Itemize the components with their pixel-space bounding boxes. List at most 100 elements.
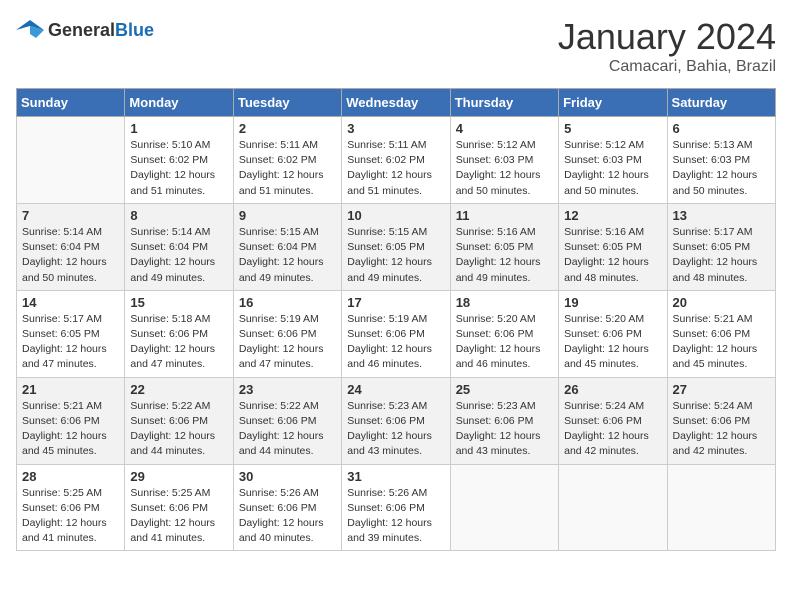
calendar-day-cell: 18 Sunrise: 5:20 AM Sunset: 6:06 PM Dayli…: [450, 290, 558, 377]
calendar-day-cell: [17, 117, 125, 204]
day-number: 9: [239, 208, 336, 223]
day-info: Sunrise: 5:24 AM Sunset: 6:06 PM Dayligh…: [673, 399, 770, 460]
calendar-day-cell: 13 Sunrise: 5:17 AM Sunset: 6:05 PM Dayli…: [667, 203, 775, 290]
day-info: Sunrise: 5:15 AM Sunset: 6:04 PM Dayligh…: [239, 225, 336, 286]
day-number: 14: [22, 295, 119, 310]
day-info: Sunrise: 5:10 AM Sunset: 6:02 PM Dayligh…: [130, 138, 227, 199]
day-info: Sunrise: 5:26 AM Sunset: 6:06 PM Dayligh…: [347, 486, 444, 547]
calendar-day-cell: 30 Sunrise: 5:26 AM Sunset: 6:06 PM Dayli…: [233, 464, 341, 551]
day-info: Sunrise: 5:22 AM Sunset: 6:06 PM Dayligh…: [239, 399, 336, 460]
day-info: Sunrise: 5:22 AM Sunset: 6:06 PM Dayligh…: [130, 399, 227, 460]
calendar-day-cell: 6Sunrise: 5:13 AM Sunset: 6:03 PM Daylig…: [667, 117, 775, 204]
calendar-day-cell: 26Sunrise: 5:24 AM Sunset: 6:06 PM Dayli…: [559, 377, 667, 464]
calendar-week-row: 21 Sunrise: 5:21 AM Sunset: 6:06 PM Dayli…: [17, 377, 776, 464]
column-header-sunday: Sunday: [17, 89, 125, 117]
day-info: Sunrise: 5:16 AM Sunset: 6:05 PM Dayligh…: [456, 225, 553, 286]
day-info: Sunrise: 5:21 AM Sunset: 6:06 PM Dayligh…: [22, 399, 119, 460]
calendar-day-cell: 16 Sunrise: 5:19 AM Sunset: 6:06 PM Dayli…: [233, 290, 341, 377]
day-number: 18: [456, 295, 553, 310]
day-info: Sunrise: 5:16 AM Sunset: 6:05 PM Dayligh…: [564, 225, 661, 286]
day-info: Sunrise: 5:17 AM Sunset: 6:05 PM Dayligh…: [22, 312, 119, 373]
day-info: Sunrise: 5:18 AM Sunset: 6:06 PM Dayligh…: [130, 312, 227, 373]
calendar-day-cell: 31 Sunrise: 5:26 AM Sunset: 6:06 PM Dayli…: [342, 464, 450, 551]
day-info: Sunrise: 5:19 AM Sunset: 6:06 PM Dayligh…: [239, 312, 336, 373]
calendar-day-cell: 20Sunrise: 5:21 AM Sunset: 6:06 PM Dayli…: [667, 290, 775, 377]
calendar-table: SundayMondayTuesdayWednesdayThursdayFrid…: [16, 88, 776, 551]
day-info: Sunrise: 5:11 AM Sunset: 6:02 PM Dayligh…: [239, 138, 336, 199]
day-number: 17: [347, 295, 444, 310]
day-info: Sunrise: 5:26 AM Sunset: 6:06 PM Dayligh…: [239, 486, 336, 547]
day-info: Sunrise: 5:19 AM Sunset: 6:06 PM Dayligh…: [347, 312, 444, 373]
day-number: 2: [239, 121, 336, 136]
day-number: 28: [22, 469, 119, 484]
calendar-day-cell: 22Sunrise: 5:22 AM Sunset: 6:06 PM Dayli…: [125, 377, 233, 464]
calendar-day-cell: 28 Sunrise: 5:25 AM Sunset: 6:06 PM Dayli…: [17, 464, 125, 551]
day-number: 6: [673, 121, 770, 136]
calendar-header-row: SundayMondayTuesdayWednesdayThursdayFrid…: [17, 89, 776, 117]
calendar-day-cell: 23 Sunrise: 5:22 AM Sunset: 6:06 PM Dayli…: [233, 377, 341, 464]
calendar-week-row: 28 Sunrise: 5:25 AM Sunset: 6:06 PM Dayli…: [17, 464, 776, 551]
day-number: 11: [456, 208, 553, 223]
location-title: Camacari, Bahia, Brazil: [558, 58, 776, 76]
day-number: 19: [564, 295, 661, 310]
day-number: 21: [22, 382, 119, 397]
column-header-tuesday: Tuesday: [233, 89, 341, 117]
day-number: 5: [564, 121, 661, 136]
calendar-day-cell: [559, 464, 667, 551]
page-header: GeneralBlue January 2024 Camacari, Bahia…: [16, 16, 776, 76]
calendar-day-cell: 17 Sunrise: 5:19 AM Sunset: 6:06 PM Dayli…: [342, 290, 450, 377]
day-number: 27: [673, 382, 770, 397]
day-info: Sunrise: 5:12 AM Sunset: 6:03 PM Dayligh…: [456, 138, 553, 199]
day-number: 31: [347, 469, 444, 484]
day-number: 30: [239, 469, 336, 484]
calendar-day-cell: 5 Sunrise: 5:12 AM Sunset: 6:03 PM Daylig…: [559, 117, 667, 204]
calendar-day-cell: 3 Sunrise: 5:11 AM Sunset: 6:02 PM Daylig…: [342, 117, 450, 204]
calendar-day-cell: 27 Sunrise: 5:24 AM Sunset: 6:06 PM Dayli…: [667, 377, 775, 464]
logo-blue: Blue: [115, 20, 154, 40]
day-number: 15: [130, 295, 227, 310]
column-header-saturday: Saturday: [667, 89, 775, 117]
day-number: 3: [347, 121, 444, 136]
day-info: Sunrise: 5:20 AM Sunset: 6:06 PM Dayligh…: [456, 312, 553, 373]
day-number: 4: [456, 121, 553, 136]
column-header-thursday: Thursday: [450, 89, 558, 117]
day-info: Sunrise: 5:25 AM Sunset: 6:06 PM Dayligh…: [130, 486, 227, 547]
calendar-day-cell: [450, 464, 558, 551]
logo-text: GeneralBlue: [48, 20, 154, 41]
day-info: Sunrise: 5:11 AM Sunset: 6:02 PM Dayligh…: [347, 138, 444, 199]
day-info: Sunrise: 5:12 AM Sunset: 6:03 PM Dayligh…: [564, 138, 661, 199]
logo-general: General: [48, 20, 115, 40]
calendar-day-cell: 10 Sunrise: 5:15 AM Sunset: 6:05 PM Dayli…: [342, 203, 450, 290]
day-number: 25: [456, 382, 553, 397]
day-info: Sunrise: 5:24 AM Sunset: 6:06 PM Dayligh…: [564, 399, 661, 460]
day-number: 10: [347, 208, 444, 223]
calendar-day-cell: 24Sunrise: 5:23 AM Sunset: 6:06 PM Dayli…: [342, 377, 450, 464]
calendar-day-cell: 12 Sunrise: 5:16 AM Sunset: 6:05 PM Dayli…: [559, 203, 667, 290]
day-number: 13: [673, 208, 770, 223]
calendar-week-row: 14 Sunrise: 5:17 AM Sunset: 6:05 PM Dayli…: [17, 290, 776, 377]
day-number: 1: [130, 121, 227, 136]
day-info: Sunrise: 5:15 AM Sunset: 6:05 PM Dayligh…: [347, 225, 444, 286]
column-header-wednesday: Wednesday: [342, 89, 450, 117]
calendar-day-cell: 8Sunrise: 5:14 AM Sunset: 6:04 PM Daylig…: [125, 203, 233, 290]
day-info: Sunrise: 5:21 AM Sunset: 6:06 PM Dayligh…: [673, 312, 770, 373]
calendar-day-cell: [667, 464, 775, 551]
day-info: Sunrise: 5:23 AM Sunset: 6:06 PM Dayligh…: [347, 399, 444, 460]
calendar-day-cell: 11 Sunrise: 5:16 AM Sunset: 6:05 PM Dayli…: [450, 203, 558, 290]
day-number: 16: [239, 295, 336, 310]
calendar-day-cell: 29Sunrise: 5:25 AM Sunset: 6:06 PM Dayli…: [125, 464, 233, 551]
calendar-day-cell: 14 Sunrise: 5:17 AM Sunset: 6:05 PM Dayli…: [17, 290, 125, 377]
calendar-week-row: 7 Sunrise: 5:14 AM Sunset: 6:04 PM Daylig…: [17, 203, 776, 290]
day-number: 23: [239, 382, 336, 397]
day-info: Sunrise: 5:20 AM Sunset: 6:06 PM Dayligh…: [564, 312, 661, 373]
column-header-friday: Friday: [559, 89, 667, 117]
day-info: Sunrise: 5:17 AM Sunset: 6:05 PM Dayligh…: [673, 225, 770, 286]
calendar-day-cell: 2 Sunrise: 5:11 AM Sunset: 6:02 PM Daylig…: [233, 117, 341, 204]
calendar-title-area: January 2024 Camacari, Bahia, Brazil: [558, 16, 776, 76]
logo: GeneralBlue: [16, 16, 154, 44]
calendar-day-cell: 15 Sunrise: 5:18 AM Sunset: 6:06 PM Dayli…: [125, 290, 233, 377]
day-number: 7: [22, 208, 119, 223]
day-info: Sunrise: 5:25 AM Sunset: 6:06 PM Dayligh…: [22, 486, 119, 547]
day-number: 12: [564, 208, 661, 223]
day-info: Sunrise: 5:14 AM Sunset: 6:04 PM Dayligh…: [22, 225, 119, 286]
